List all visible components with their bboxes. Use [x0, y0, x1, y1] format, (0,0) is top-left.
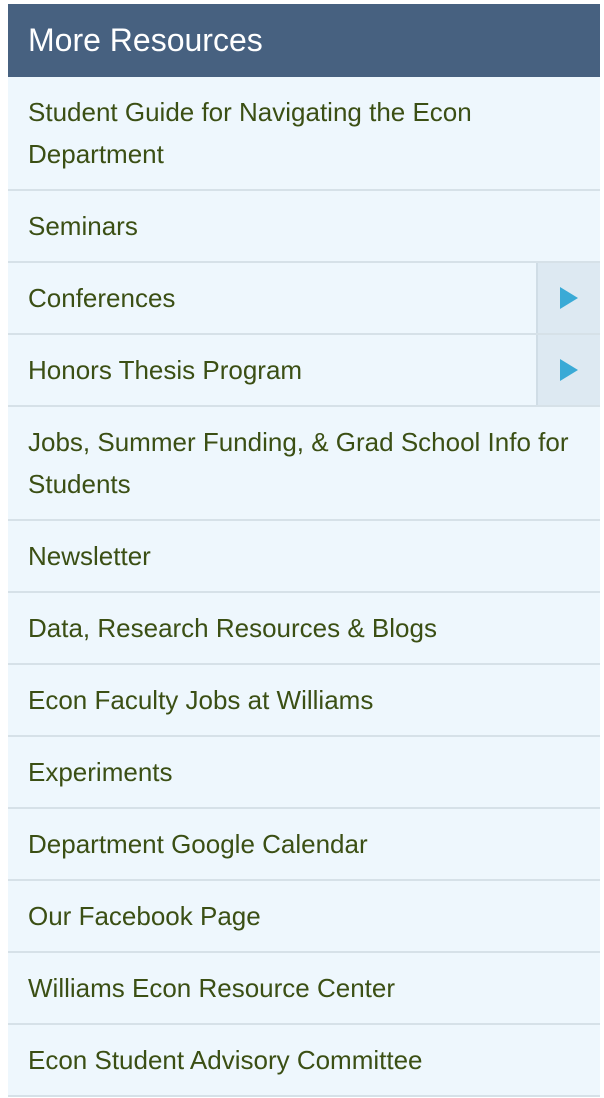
menu-item-facebook: Our Facebook Page	[8, 881, 600, 953]
menu-item-seminars: Seminars	[8, 191, 600, 263]
menu-item-data-resources: Data, Research Resources & Blogs	[8, 593, 600, 665]
menu-item-advisory-committee: Econ Student Advisory Committee	[8, 1025, 600, 1097]
menu-link-jobs-funding[interactable]: Jobs, Summer Funding, & Grad School Info…	[8, 407, 600, 519]
menu-item-student-guide: Student Guide for Navigating the Econ De…	[8, 77, 600, 191]
menu-link-resource-center[interactable]: Williams Econ Resource Center	[8, 953, 600, 1023]
menu-item-experiments: Experiments	[8, 737, 600, 809]
menu-link-faculty-jobs[interactable]: Econ Faculty Jobs at Williams	[8, 665, 600, 735]
conferences-expand-button[interactable]	[536, 263, 600, 333]
menu-item-honors-thesis: Honors Thesis Program	[8, 335, 600, 407]
triangle-right-icon	[560, 359, 578, 381]
triangle-right-icon	[560, 287, 578, 309]
menu-link-newsletter[interactable]: Newsletter	[8, 521, 600, 591]
more-resources-panel: More Resources Student Guide for Navigat…	[8, 4, 600, 1097]
menu-link-google-calendar[interactable]: Department Google Calendar	[8, 809, 600, 879]
menu-link-seminars[interactable]: Seminars	[8, 191, 600, 261]
menu-link-advisory-committee[interactable]: Econ Student Advisory Committee	[8, 1025, 600, 1095]
menu-link-facebook[interactable]: Our Facebook Page	[8, 881, 600, 951]
menu-item-jobs-funding: Jobs, Summer Funding, & Grad School Info…	[8, 407, 600, 521]
menu-item-google-calendar: Department Google Calendar	[8, 809, 600, 881]
honors-thesis-expand-button[interactable]	[536, 335, 600, 405]
menu-link-conferences[interactable]: Conferences	[8, 263, 536, 333]
menu-link-student-guide[interactable]: Student Guide for Navigating the Econ De…	[8, 77, 600, 189]
menu-item-faculty-jobs: Econ Faculty Jobs at Williams	[8, 665, 600, 737]
menu-link-data-resources[interactable]: Data, Research Resources & Blogs	[8, 593, 600, 663]
menu-link-honors-thesis[interactable]: Honors Thesis Program	[8, 335, 536, 405]
menu-item-conferences: Conferences	[8, 263, 600, 335]
panel-title: More Resources	[8, 4, 600, 77]
resources-menu: Student Guide for Navigating the Econ De…	[8, 77, 600, 1097]
menu-item-resource-center: Williams Econ Resource Center	[8, 953, 600, 1025]
menu-item-newsletter: Newsletter	[8, 521, 600, 593]
menu-link-experiments[interactable]: Experiments	[8, 737, 600, 807]
